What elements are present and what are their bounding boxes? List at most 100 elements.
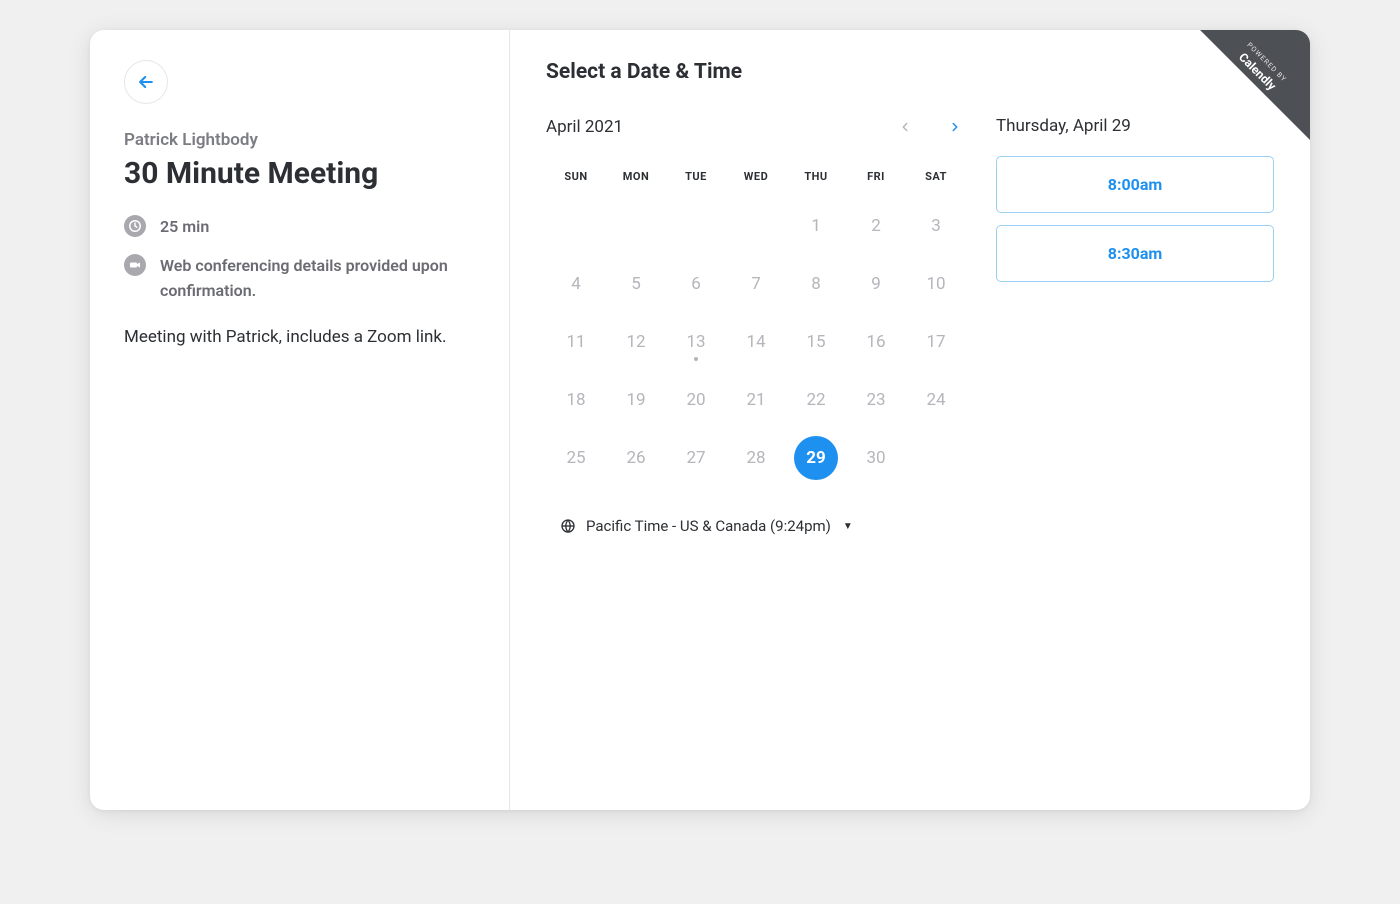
calendar-day[interactable]: 7 xyxy=(726,255,786,313)
calendar-day[interactable]: 9 xyxy=(846,255,906,313)
calendar-day[interactable]: 8 xyxy=(786,255,846,313)
time-slots-column: Thursday, April 29 8:00am8:30am xyxy=(996,116,1274,535)
calendar-day-empty xyxy=(666,197,726,255)
calendar-day-number: 24 xyxy=(926,390,945,410)
month-nav-row: April 2021 xyxy=(546,116,966,138)
clock-icon xyxy=(124,215,146,237)
prev-month-button[interactable] xyxy=(894,116,916,138)
calendar-day-number: 22 xyxy=(806,390,825,410)
calendar-day[interactable]: 22 xyxy=(786,371,846,429)
calendar-week: 18 19 20 21 22 23 24 xyxy=(546,371,966,429)
calendar-day-number: 30 xyxy=(866,448,885,468)
chevron-right-icon xyxy=(948,120,962,134)
timezone-label: Pacific Time - US & Canada (9:24pm) xyxy=(586,517,831,535)
calendar-day-number: 9 xyxy=(871,274,881,294)
calendar-day-number: 15 xyxy=(806,332,825,352)
calendar-day-number: 26 xyxy=(626,448,645,468)
conferencing-text: Web conferencing details provided upon c… xyxy=(160,254,475,304)
calendar-day[interactable]: 15 xyxy=(786,313,846,371)
calendar-day-number: 16 xyxy=(866,332,885,352)
calendar-day-number: 23 xyxy=(866,390,885,410)
caret-down-icon: ▼ xyxy=(843,521,853,532)
calendar-day-number: 25 xyxy=(566,448,585,468)
calendly-badge-corner xyxy=(1200,30,1310,140)
calendar-day[interactable]: 13 xyxy=(666,313,726,371)
calendar-day[interactable]: 18 xyxy=(546,371,606,429)
time-slot-button[interactable]: 8:00am xyxy=(996,156,1274,213)
calendar-week: 4 5 6 7 8 9 10 xyxy=(546,255,966,313)
dow-thu: THU xyxy=(786,160,846,197)
timezone-selector[interactable]: Pacific Time - US & Canada (9:24pm) ▼ xyxy=(546,517,966,535)
duration-text: 25 min xyxy=(160,215,209,240)
event-title: 30 Minute Meeting xyxy=(124,156,475,191)
dow-tue: TUE xyxy=(666,160,726,197)
calendar-day-number: 21 xyxy=(746,390,765,410)
calendar-day-number: 13 xyxy=(686,332,705,352)
month-label: April 2021 xyxy=(546,117,623,137)
calendar-day-number: 27 xyxy=(686,448,705,468)
calendar-day-number: 17 xyxy=(926,332,945,352)
scheduler-card: POWERED BY Calendly Patrick Lightbody 30… xyxy=(90,30,1310,810)
arrow-left-icon xyxy=(136,72,156,92)
calendar-day-number: 10 xyxy=(926,274,945,294)
calendar-day[interactable]: 27 xyxy=(666,429,726,487)
calendar-day[interactable]: 26 xyxy=(606,429,666,487)
calendar-day-number: 18 xyxy=(566,390,585,410)
calendar-day-number: 3 xyxy=(931,216,941,236)
dow-fri: FRI xyxy=(846,160,906,197)
camera-icon xyxy=(124,254,146,276)
calendar-day-number: 19 xyxy=(626,390,645,410)
dow-wed: WED xyxy=(726,160,786,197)
calendar-day[interactable]: 19 xyxy=(606,371,666,429)
calendar-day-number: 2 xyxy=(871,216,881,236)
calendar-day[interactable]: 28 xyxy=(726,429,786,487)
calendar-day[interactable]: 10 xyxy=(906,255,966,313)
month-nav-arrows xyxy=(894,116,966,138)
calendar-week: 11 12 13 14 15 16 17 xyxy=(546,313,966,371)
calendar-day-number: 5 xyxy=(631,274,641,294)
calendar-day[interactable]: 21 xyxy=(726,371,786,429)
calendar-day[interactable]: 24 xyxy=(906,371,966,429)
duration-row: 25 min xyxy=(124,215,475,240)
back-button[interactable] xyxy=(124,60,168,104)
calendar-day[interactable]: 25 xyxy=(546,429,606,487)
calendar-day[interactable]: 23 xyxy=(846,371,906,429)
calendar-column: April 2021 SUN MON TUE xyxy=(546,116,966,535)
globe-icon xyxy=(560,518,576,534)
calendar-day[interactable]: 11 xyxy=(546,313,606,371)
calendar-day-number: 7 xyxy=(751,274,761,294)
calendar-day[interactable]: 2 xyxy=(846,197,906,255)
event-description: Meeting with Patrick, includes a Zoom li… xyxy=(124,325,475,351)
calendar-day[interactable]: 4 xyxy=(546,255,606,313)
calendar-day-number: 4 xyxy=(571,274,581,294)
calendar-week: 25 26 27 28 29 30 xyxy=(546,429,966,487)
next-month-button[interactable] xyxy=(944,116,966,138)
calendar-day-number: 8 xyxy=(811,274,821,294)
calendar-day[interactable]: 17 xyxy=(906,313,966,371)
calendar-day[interactable]: 20 xyxy=(666,371,726,429)
dow-sun: SUN xyxy=(546,160,606,197)
select-date-time-heading: Select a Date & Time xyxy=(546,60,1274,84)
calendar-day[interactable]: 12 xyxy=(606,313,666,371)
calendar-day[interactable]: 29 xyxy=(786,429,846,487)
calendar-day-number: 6 xyxy=(691,274,701,294)
chevron-left-icon xyxy=(898,120,912,134)
dow-mon: MON xyxy=(606,160,666,197)
calendar-day-number: 1 xyxy=(811,216,821,236)
calendar-day[interactable]: 30 xyxy=(846,429,906,487)
time-slot-button[interactable]: 8:30am xyxy=(996,225,1274,282)
calendar-day[interactable]: 16 xyxy=(846,313,906,371)
calendar-week: 1 2 3 xyxy=(546,197,966,255)
calendar-day[interactable]: 1 xyxy=(786,197,846,255)
calendar-day-number: 11 xyxy=(566,332,585,352)
event-details-panel: Patrick Lightbody 30 Minute Meeting 25 m… xyxy=(90,30,510,810)
calendar-day-empty xyxy=(906,429,966,487)
calendar-day[interactable]: 14 xyxy=(726,313,786,371)
calendar-day[interactable]: 5 xyxy=(606,255,666,313)
calendar-day-number: 28 xyxy=(746,448,765,468)
calendar-day[interactable]: 6 xyxy=(666,255,726,313)
calendar-day[interactable]: 3 xyxy=(906,197,966,255)
calendar-grid: SUN MON TUE WED THU FRI SAT 123456789101… xyxy=(546,160,966,487)
dow-row: SUN MON TUE WED THU FRI SAT xyxy=(546,160,966,197)
dow-sat: SAT xyxy=(906,160,966,197)
